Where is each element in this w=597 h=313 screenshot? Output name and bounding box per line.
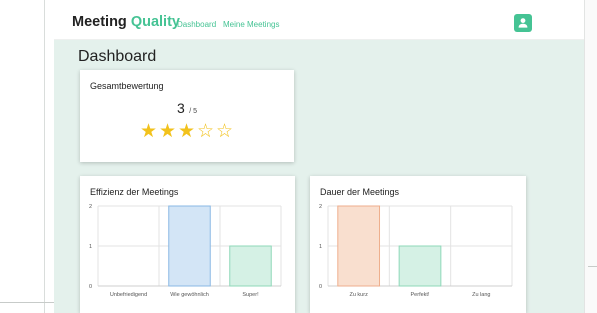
x-tick-label: Zu lang [472, 292, 490, 298]
chart-bar [398, 245, 442, 287]
star-filled-icon: ★ [140, 121, 158, 142]
x-tick-label: Perfekt! [411, 292, 430, 298]
brand-accent: Quality [130, 14, 180, 30]
chart-bar [168, 205, 211, 287]
y-tick-label: 2 [89, 204, 92, 210]
y-tick-label: 0 [319, 284, 322, 290]
dashboard-content: Dashboard Gesamtbewertung 3 / 5 ★ ★ ★ ☆ ☆ Ef… [54, 40, 584, 313]
x-tick-label: Super! [242, 292, 259, 298]
star-filled-icon: ★ [159, 121, 177, 142]
left-bottom-divider [0, 302, 54, 303]
user-icon [518, 18, 528, 28]
y-tick-label: 1 [89, 244, 92, 250]
star-rating: ★ ★ ★ ☆ ☆ [140, 121, 234, 142]
rating-card-title: Gesamtbewertung [90, 81, 164, 91]
right-divider [588, 266, 597, 267]
nav-link-dashboard[interactable]: Dashboard [177, 20, 216, 29]
chart-card-effizienz: Effizienz der Meetings 0 1 2 Unbefriedigend… [80, 176, 295, 313]
page-title: Dashboard [78, 48, 157, 65]
nav-link-meine-meetings[interactable]: Meine Meetings [223, 20, 279, 29]
y-tick-label: 0 [89, 284, 92, 290]
chart-effizienz: 0 1 2 Unbefriedigend Wie gewöhnlich Super! [89, 204, 282, 298]
star-filled-icon: ★ [178, 121, 196, 142]
brand-logo[interactable]: Meeting Quality [72, 14, 180, 30]
y-tick-label: 1 [319, 244, 322, 250]
rating-max: / 5 [189, 108, 198, 115]
rating-card: Gesamtbewertung 3 / 5 ★ ★ ★ ☆ ☆ [80, 70, 294, 162]
x-tick-label: Unbefriedigend [110, 292, 147, 298]
user-menu-button[interactable] [514, 14, 532, 32]
chart-card-dauer: Dauer der Meetings 0 1 2 Zu kurz Perfekt! Zu … [310, 176, 526, 313]
rating-value: 3 / 5 [80, 100, 294, 118]
brand-main: Meeting [72, 14, 127, 30]
x-tick-label: Zu kurz [349, 292, 368, 298]
x-tick-label: Wie gewöhnlich [170, 292, 209, 298]
star-empty-icon: ☆ [197, 121, 215, 142]
chart-bar [337, 205, 381, 287]
chart-bar [229, 245, 272, 287]
top-navbar: Meeting Quality Dashboard Meine Meetings [54, 6, 584, 40]
left-divider [44, 0, 45, 313]
left-margin [0, 0, 54, 313]
rating-score: 3 [176, 100, 185, 116]
star-empty-icon: ☆ [216, 121, 234, 142]
y-tick-label: 2 [319, 204, 322, 210]
chart-dauer: 0 1 2 Zu kurz Perfekt! Zu lang [319, 204, 513, 298]
